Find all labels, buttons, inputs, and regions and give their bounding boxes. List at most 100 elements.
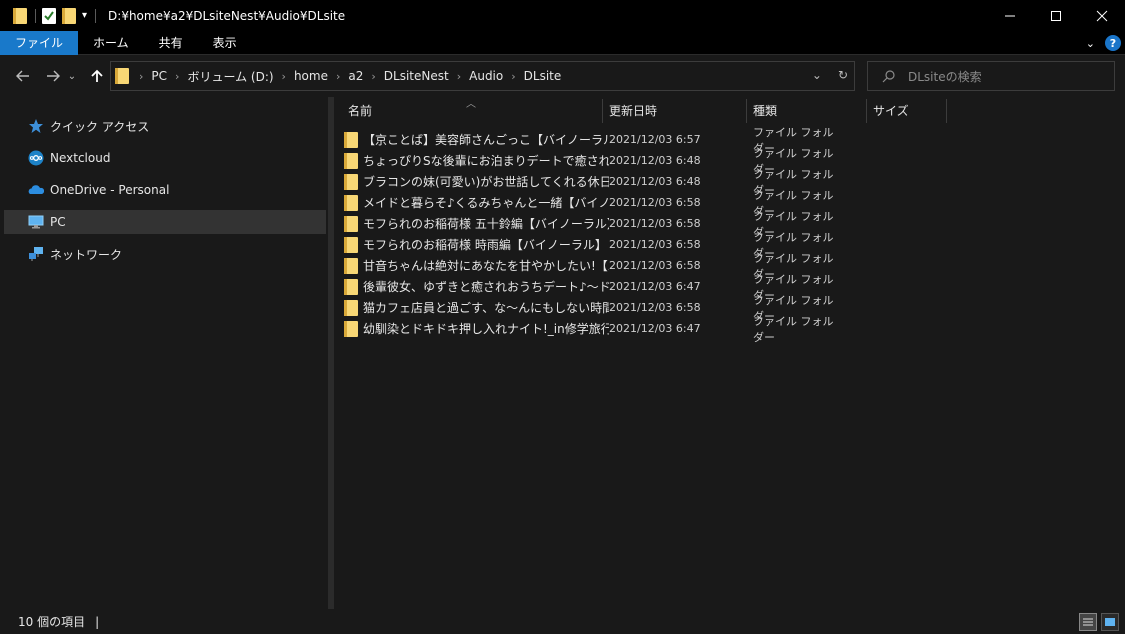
file-name: 後輩彼女、ゆずきと癒されおうちデート♪～ド... bbox=[363, 280, 609, 294]
column-header-name[interactable]: 名前 bbox=[342, 97, 602, 123]
sidebar-item-label: PC bbox=[50, 215, 66, 229]
breadcrumb-home[interactable]: home bbox=[294, 69, 328, 83]
chevron-right-icon[interactable]: › bbox=[175, 70, 179, 83]
folder-icon bbox=[344, 215, 358, 232]
window-title: D:¥home¥a2¥DLsiteNest¥Audio¥DLsite bbox=[108, 8, 346, 23]
new-folder-icon[interactable] bbox=[62, 7, 76, 24]
file-type: ファイル フォルダー bbox=[753, 314, 834, 344]
status-bar: 10 個の項目 | bbox=[0, 609, 1125, 634]
file-date: 2021/12/03 6:47 bbox=[609, 322, 701, 335]
maximize-button[interactable] bbox=[1033, 0, 1079, 31]
quick-access-toolbar: ▾ bbox=[0, 0, 102, 31]
file-date: 2021/12/03 6:58 bbox=[609, 238, 701, 251]
file-name: 幼馴染とドキドキ押し入れナイト!_in修学旅行... bbox=[363, 322, 609, 336]
tab-home[interactable]: ホーム bbox=[78, 31, 144, 55]
tab-file[interactable]: ファイル bbox=[0, 30, 79, 55]
breadcrumb-dlsitenest[interactable]: DLsiteNest bbox=[384, 69, 449, 83]
breadcrumb-volume-d[interactable]: ボリューム (D:) bbox=[187, 68, 273, 85]
tab-share[interactable]: 共有 bbox=[144, 31, 198, 55]
toolbar-separator bbox=[95, 8, 97, 23]
navigation-pane: クイック アクセス Nextcloud OneDrive - Personal … bbox=[0, 97, 328, 609]
up-button[interactable] bbox=[86, 65, 108, 87]
file-date: 2021/12/03 6:48 bbox=[609, 154, 701, 167]
search-icon bbox=[882, 70, 895, 83]
chevron-right-icon[interactable]: › bbox=[282, 70, 286, 83]
sidebar-item-label: ネットワーク bbox=[50, 247, 123, 262]
chevron-right-icon[interactable]: › bbox=[336, 70, 340, 83]
sidebar-item-onedrive[interactable]: OneDrive - Personal bbox=[4, 178, 326, 202]
sidebar-item-label: クイック アクセス bbox=[50, 119, 150, 134]
sidebar-item-pc[interactable]: PC bbox=[4, 210, 326, 234]
file-date: 2021/12/03 6:47 bbox=[609, 280, 701, 293]
sidebar-item-quick-access[interactable]: クイック アクセス bbox=[4, 114, 326, 138]
sidebar-item-network[interactable]: ネットワーク bbox=[4, 242, 326, 266]
breadcrumb-audio[interactable]: Audio bbox=[469, 69, 503, 83]
forward-button[interactable] bbox=[42, 65, 64, 87]
view-switcher bbox=[1079, 613, 1119, 631]
breadcrumb-pc[interactable]: PC bbox=[151, 69, 167, 83]
file-name: モフられのお稲荷様 五十鈴編【バイノーラル】 bbox=[363, 217, 609, 231]
folder-icon bbox=[13, 7, 27, 24]
chevron-right-icon[interactable]: › bbox=[457, 70, 461, 83]
details-view-button[interactable] bbox=[1079, 613, 1097, 631]
refresh-icon[interactable]: ↻ bbox=[838, 68, 848, 82]
file-name: モフられのお稲荷様 時雨編【バイノーラル】 bbox=[363, 238, 607, 252]
item-count: 10 個の項目 bbox=[18, 615, 86, 629]
file-date: 2021/12/03 6:58 bbox=[609, 196, 701, 209]
file-date: 2021/12/03 6:58 bbox=[609, 259, 701, 272]
sidebar-item-nextcloud[interactable]: Nextcloud bbox=[4, 146, 326, 170]
file-date: 2021/12/03 6:58 bbox=[609, 301, 701, 314]
sidebar-item-label: Nextcloud bbox=[50, 151, 111, 165]
back-button[interactable] bbox=[12, 65, 34, 87]
nextcloud-icon bbox=[28, 150, 44, 166]
file-name: 甘音ちゃんは絶対にあなたを甘やかしたい!【バ... bbox=[363, 259, 609, 273]
column-header-date[interactable]: 更新日時 bbox=[603, 97, 746, 123]
tab-view[interactable]: 表示 bbox=[198, 31, 252, 55]
folder-icon bbox=[344, 131, 358, 148]
file-name: メイドと暮らそ♪くるみちゃんと一緒【バイノーラ... bbox=[363, 196, 609, 210]
network-icon bbox=[28, 246, 44, 262]
folder-icon bbox=[344, 173, 358, 190]
column-header-size[interactable]: サイズ bbox=[867, 97, 946, 123]
large-icons-view-button[interactable] bbox=[1101, 613, 1119, 631]
properties-icon[interactable] bbox=[42, 7, 56, 24]
status-separator: | bbox=[95, 614, 100, 629]
close-button[interactable] bbox=[1079, 0, 1125, 31]
address-dropdown-icon[interactable]: ⌄ bbox=[812, 68, 822, 82]
star-icon bbox=[28, 118, 44, 134]
sidebar-item-label: OneDrive - Personal bbox=[50, 183, 170, 197]
column-divider[interactable] bbox=[946, 99, 947, 123]
window-controls bbox=[987, 0, 1125, 31]
expand-ribbon-icon[interactable]: ⌄ bbox=[1086, 37, 1095, 50]
navigation-bar: ⌄ › PC › ボリューム (D:) › home › a2 › DLsite… bbox=[0, 55, 1125, 97]
minimize-button[interactable] bbox=[987, 0, 1033, 31]
folder-icon bbox=[344, 257, 358, 274]
help-icon[interactable]: ? bbox=[1105, 35, 1121, 51]
chevron-right-icon[interactable]: › bbox=[139, 70, 143, 83]
folder-icon bbox=[115, 68, 129, 84]
address-actions: ⌄ ↻ bbox=[812, 68, 848, 82]
folder-icon bbox=[344, 278, 358, 295]
recent-locations-icon[interactable]: ⌄ bbox=[66, 65, 78, 87]
customize-toolbar-icon[interactable]: ▾ bbox=[82, 10, 87, 21]
ribbon-right: ⌄ ? bbox=[1086, 35, 1121, 51]
file-date: 2021/12/03 6:48 bbox=[609, 175, 701, 188]
folder-icon bbox=[344, 236, 358, 253]
file-name: 【京ことば】美容師さんごっこ【バイノーラル】 bbox=[363, 133, 609, 147]
search-box[interactable]: DLsiteの検索 bbox=[867, 61, 1115, 91]
address-bar[interactable]: › PC › ボリューム (D:) › home › a2 › DLsiteNe… bbox=[110, 61, 855, 91]
column-header-type[interactable]: 種類 bbox=[747, 97, 866, 123]
chevron-right-icon[interactable]: › bbox=[511, 70, 515, 83]
file-name: ちょっぴりSな後輩にお泊まりデートで癒されて【... bbox=[363, 154, 609, 168]
file-date: 2021/12/03 6:58 bbox=[609, 217, 701, 230]
breadcrumb-a2[interactable]: a2 bbox=[348, 69, 363, 83]
file-list: ︿ 名前 更新日時 種類 サイズ 【京ことば】美容師さんごっこ【バイノーラル】 … bbox=[334, 97, 1125, 609]
breadcrumb-dlsite[interactable]: DLsite bbox=[524, 69, 562, 83]
ribbon-tabs: ファイル ホーム 共有 表示 ⌄ ? bbox=[0, 30, 1125, 55]
file-row[interactable]: 幼馴染とドキドキ押し入れナイト!_in修学旅行... 2021/12/03 6:… bbox=[344, 315, 844, 344]
chevron-right-icon[interactable]: › bbox=[371, 70, 375, 83]
file-name: 猫カフェ店員と過ごす、な～んにもしない時間【... bbox=[363, 301, 609, 315]
folder-icon bbox=[344, 320, 358, 337]
file-date: 2021/12/03 6:57 bbox=[609, 133, 701, 146]
search-placeholder: DLsiteの検索 bbox=[908, 69, 982, 84]
